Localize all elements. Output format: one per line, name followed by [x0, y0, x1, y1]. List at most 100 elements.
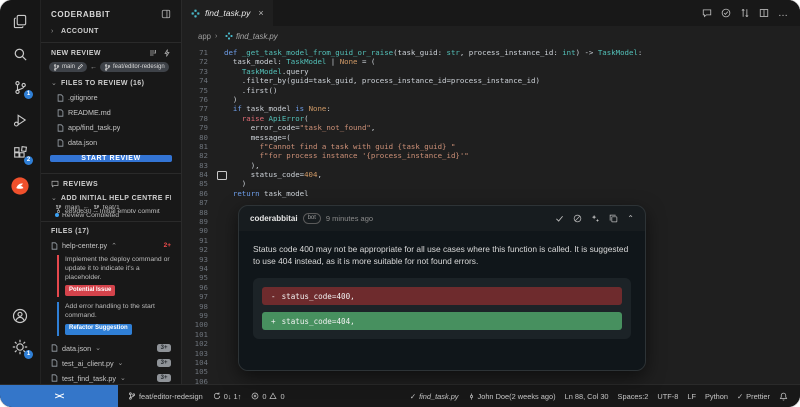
- bolt-icon[interactable]: [163, 49, 171, 57]
- file-icon: [51, 242, 58, 250]
- review-item-title: ADD INITIAL HELP CENTRE FRAMEWOR...: [61, 195, 171, 202]
- search-icon[interactable]: [11, 45, 29, 63]
- files-to-review-header[interactable]: ⌄ FILES TO REVIEW (16): [41, 76, 181, 90]
- status-bar: >< feat/editor-redesign 0↓ 1↑ 0 0 ✓ find…: [0, 384, 800, 407]
- start-review-button[interactable]: START REVIEW: [50, 155, 172, 162]
- blame-item[interactable]: John Doe(2 weeks ago): [468, 392, 556, 401]
- expanded-file-row[interactable]: help-center.py ⌃ 2+: [41, 238, 181, 253]
- main-row: 1 2 1: [0, 0, 800, 384]
- line-number: 76: [182, 95, 212, 104]
- error-count: 0: [262, 392, 266, 401]
- diff-line-add: +status_code=404,: [262, 312, 622, 330]
- branch-name: feat/editor-redesign: [139, 392, 203, 401]
- compare-branch-pill[interactable]: feat/editor-redesign: [100, 62, 169, 72]
- extensions-icon[interactable]: 2: [11, 144, 29, 162]
- encoding[interactable]: UTF-8: [657, 392, 678, 401]
- notifications-bell-icon[interactable]: [779, 392, 788, 401]
- check-icon: ✓: [737, 392, 743, 401]
- suggested-diff: -status_code=400,+status_code=404,: [253, 278, 631, 339]
- branch-status-item[interactable]: feat/editor-redesign: [128, 392, 203, 401]
- code-line: f"Cannot find a task with guid {task_gui…: [224, 142, 800, 151]
- comment-bubble-icon[interactable]: [702, 8, 712, 18]
- compare-changes-icon[interactable]: [740, 8, 750, 18]
- open-panel-icon[interactable]: [161, 9, 171, 19]
- sync-icon: [213, 392, 221, 400]
- reviewed-file-item[interactable]: test_find_task.py⌄3+: [41, 371, 181, 384]
- code-line: ): [224, 95, 800, 104]
- blame-label: John Doe(2 weeks ago): [478, 392, 556, 401]
- line-number: 99: [182, 311, 212, 320]
- status-dot-icon: [55, 213, 59, 217]
- language-mode[interactable]: Python: [705, 392, 728, 401]
- copy-icon[interactable]: [609, 214, 618, 223]
- new-review-header: NEW REVIEW: [41, 46, 181, 60]
- review-item-header[interactable]: ⌄ ADD INITIAL HELP CENTRE FRAMEWOR...: [41, 191, 181, 205]
- formatter-item[interactable]: ✓ Prettier: [737, 392, 770, 401]
- run-debug-icon[interactable]: [11, 111, 29, 129]
- line-number: 82: [182, 151, 212, 160]
- line-number: 105: [182, 367, 212, 376]
- remote-indicator[interactable]: ><: [0, 385, 118, 407]
- review-comment-widget: coderabbitai bot 9 minutes ago ⌃ Status …: [238, 205, 646, 371]
- editor-pane: find_task.py × … app › find_task.py: [182, 0, 800, 384]
- explorer-icon[interactable]: [11, 12, 29, 30]
- list-icon[interactable]: [149, 49, 157, 57]
- sync-status-item[interactable]: 0↓ 1↑: [213, 392, 242, 401]
- code-line: message=(: [224, 133, 800, 142]
- coderabbit-icon[interactable]: [11, 177, 29, 195]
- breadcrumb-file[interactable]: find_task.py: [225, 32, 278, 41]
- file-comment-card[interactable]: Add error handling to the start command.…: [57, 302, 173, 335]
- vscode-window: 1 2 1: [0, 0, 800, 407]
- breadcrumb[interactable]: app › find_task.py: [182, 26, 800, 46]
- line-number: 84: [182, 170, 212, 179]
- files-to-review-label: FILES TO REVIEW (16): [61, 80, 144, 87]
- close-icon[interactable]: ×: [258, 8, 263, 18]
- reviewed-file-item[interactable]: data.json⌄3+: [41, 341, 181, 356]
- tab-find-task[interactable]: find_task.py ×: [182, 0, 273, 26]
- base-branch-label: main: [62, 64, 75, 70]
- resolve-check-icon[interactable]: [555, 214, 564, 223]
- line-number: 94: [182, 264, 212, 273]
- line-number: 100: [182, 320, 212, 329]
- line-number: 75: [182, 86, 212, 95]
- file-to-review-item[interactable]: app/find_task.py: [47, 120, 181, 135]
- chevron-up-icon: ⌃: [111, 242, 117, 250]
- diff-code: status_code=404,: [282, 316, 355, 327]
- indentation[interactable]: Spaces:2: [618, 392, 649, 401]
- file-to-review-item[interactable]: data.json: [47, 135, 181, 150]
- sidebar-header: CODERABBIT: [41, 0, 181, 25]
- more-actions-icon[interactable]: …: [778, 8, 788, 19]
- comment-card-text: Add error handling to the start command.: [65, 303, 173, 321]
- collapse-icon[interactable]: ⌃: [627, 214, 634, 223]
- reviews-label: REVIEWS: [63, 181, 98, 188]
- split-editor-icon[interactable]: [759, 8, 769, 18]
- editor-actions: …: [702, 0, 800, 26]
- sync-counts: 0↓ 1↑: [224, 392, 242, 401]
- file-to-review-item[interactable]: README.md: [47, 105, 181, 120]
- file-to-review-item[interactable]: .gitignore: [47, 90, 181, 105]
- eol[interactable]: LF: [687, 392, 696, 401]
- sidebar-title: CODERABBIT: [51, 10, 110, 19]
- file-comment-card[interactable]: Implement the deploy command or update i…: [57, 255, 173, 297]
- reviewed-file-item[interactable]: test_ai_client.py⌄3+: [41, 356, 181, 371]
- accounts-icon[interactable]: [11, 307, 29, 325]
- coderabbit-file-status[interactable]: ✓ find_task.py: [410, 392, 459, 401]
- line-number: 96: [182, 283, 212, 292]
- settings-gear-icon[interactable]: 1: [11, 338, 29, 356]
- check-circle-icon[interactable]: [721, 8, 731, 18]
- ignore-icon[interactable]: [573, 214, 582, 223]
- account-section-row[interactable]: › ACCOUNT: [41, 25, 181, 38]
- file-icon: [51, 359, 58, 367]
- breadcrumb-folder[interactable]: app: [198, 32, 211, 41]
- line-number: 102: [182, 339, 212, 348]
- base-branch-pill[interactable]: main: [49, 62, 87, 72]
- source-control-icon[interactable]: 1: [11, 78, 29, 96]
- file-icon: [51, 374, 58, 382]
- code-line: return task_model: [224, 189, 800, 198]
- file-name: help-center.py: [62, 241, 107, 250]
- cursor-position[interactable]: Ln 88, Col 30: [565, 392, 609, 401]
- line-number: 72: [182, 57, 212, 66]
- chevron-down-icon: ⌄: [118, 359, 124, 367]
- sparkles-icon[interactable]: [591, 214, 600, 223]
- problems-item[interactable]: 0 0: [251, 392, 284, 401]
